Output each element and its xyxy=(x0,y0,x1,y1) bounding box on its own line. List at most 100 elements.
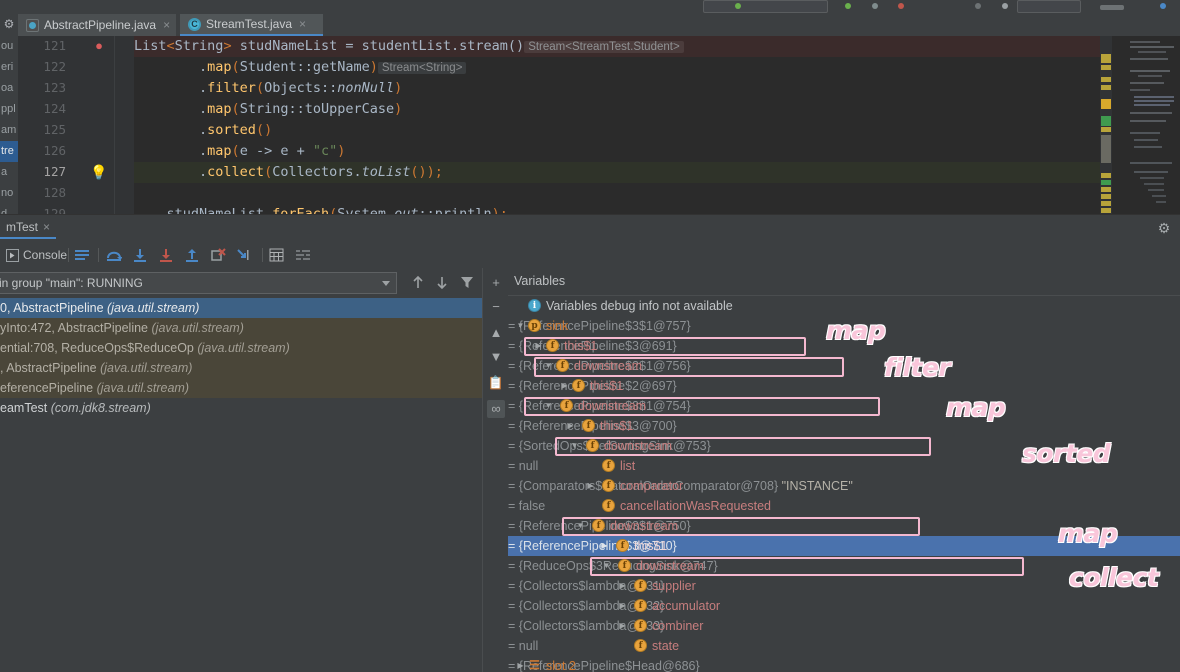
frame-row[interactable]: 0, AbstractPipeline (java.util.stream) xyxy=(0,298,482,318)
intention-bulb-icon[interactable]: 💡 xyxy=(90,164,108,181)
code-editor[interactable]: ou eri oa ppl am tre a no d 121 122 123 … xyxy=(0,36,1180,214)
project-strip-item[interactable]: am xyxy=(0,120,18,141)
gear-icon[interactable]: ⚙ xyxy=(1156,220,1172,236)
chevron-down-icon[interactable]: ▼ xyxy=(516,316,525,336)
chevron-down-icon[interactable] xyxy=(382,281,390,286)
code-line-123[interactable]: .filter(Objects::nonNull) xyxy=(134,78,402,99)
remove-icon[interactable]: − xyxy=(487,298,505,316)
chevron-down-icon[interactable]: ▼ xyxy=(570,436,579,456)
chevron-right-icon[interactable]: ▶ xyxy=(586,476,595,496)
step-into-button[interactable] xyxy=(132,245,148,265)
code-text-area[interactable]: List<String> studNameList = studentList.… xyxy=(134,36,1100,214)
editor-error-stripe[interactable] xyxy=(1100,36,1112,214)
code-line-125[interactable]: .sorted() xyxy=(134,120,272,141)
project-strip-item[interactable]: no xyxy=(0,183,18,204)
stripe-marker[interactable] xyxy=(1101,201,1111,206)
project-strip-item[interactable]: ppl xyxy=(0,99,18,120)
chevron-right-icon[interactable]: ▶ xyxy=(566,416,575,436)
chevron-down-icon[interactable]: ▼ xyxy=(544,356,553,376)
move-down-icon[interactable]: ▼ xyxy=(487,348,505,366)
run-button-icon[interactable] xyxy=(845,3,851,9)
frame-row[interactable]: , AbstractPipeline (java.util.stream) xyxy=(0,358,482,378)
chevron-right-icon[interactable]: ▶ xyxy=(516,656,525,672)
stripe-marker[interactable] xyxy=(1101,194,1111,199)
close-icon[interactable]: × xyxy=(299,17,306,31)
drop-frame-button[interactable] xyxy=(210,245,226,265)
stop-icon[interactable] xyxy=(898,3,904,9)
stripe-marker[interactable] xyxy=(1101,99,1111,109)
stripe-marker[interactable] xyxy=(1101,77,1111,82)
project-strip-item[interactable]: oa xyxy=(0,78,18,99)
add-icon[interactable]: + xyxy=(487,274,505,292)
stripe-marker[interactable] xyxy=(1101,173,1111,178)
code-line-127[interactable]: .collect(Collectors.toList()); xyxy=(134,162,443,183)
project-strip-item[interactable]: d xyxy=(0,204,18,214)
variables-row-this1-3[interactable]: ▶ f this$1 = {ReferencePipeline$2@697} xyxy=(508,376,1180,396)
settings-icon[interactable] xyxy=(1160,3,1166,9)
project-strip-item[interactable]: eri xyxy=(0,57,18,78)
variables-row-combiner[interactable]: ▶ f combiner = {Collectors$lambda@733} xyxy=(508,616,1180,636)
project-strip-item-selected[interactable]: tre xyxy=(0,141,18,162)
editor-gutter[interactable]: 121 122 123 124 125 126 127 128 129 ● 💡 xyxy=(18,36,134,214)
chevron-down-icon[interactable]: ▼ xyxy=(576,516,585,536)
frame-row[interactable]: ential:708, ReduceOps$ReduceOp (java.uti… xyxy=(0,338,482,358)
thread-selector[interactable]: in group "main": RUNNING xyxy=(0,272,397,294)
stripe-marker[interactable] xyxy=(1101,187,1111,192)
chevron-right-icon[interactable]: ▶ xyxy=(560,376,569,396)
editor-tab-streamtest[interactable]: StreamTest.java × xyxy=(180,14,323,36)
close-icon[interactable]: × xyxy=(43,220,50,234)
chevron-right-icon[interactable]: ▶ xyxy=(618,576,627,596)
chevron-right-icon[interactable]: ▶ xyxy=(618,616,627,636)
search-everywhere-icon[interactable] xyxy=(1002,3,1008,9)
stripe-marker[interactable] xyxy=(1101,180,1111,185)
stripe-marker[interactable] xyxy=(1101,85,1111,90)
console-button[interactable]: Console xyxy=(6,245,67,265)
force-step-into-button[interactable] xyxy=(158,245,174,265)
chevron-right-icon[interactable]: ▶ xyxy=(600,536,609,556)
project-settings-icon[interactable]: ⚙ xyxy=(2,17,16,31)
stripe-marker[interactable] xyxy=(1101,127,1111,132)
close-icon[interactable]: × xyxy=(163,18,170,32)
chevron-down-icon[interactable]: ▼ xyxy=(544,396,553,416)
toolbar-combo[interactable] xyxy=(1017,0,1081,13)
chevron-right-icon[interactable]: ▶ xyxy=(534,336,543,356)
variables-row-slot2[interactable]: ▶ ☰ slot 2 = {ReferencePipeline$Head@686… xyxy=(508,656,1180,672)
code-line-124[interactable]: .map(String::toUpperCase) xyxy=(134,99,402,120)
variables-row-downstream-2[interactable]: ▼ f downstream = {ReferencePipeline$2$1@… xyxy=(508,356,1180,376)
variables-tree[interactable]: i Variables debug info not available ▼ p… xyxy=(508,296,1180,672)
frame-row[interactable]: eamTest (com.jdk8.stream) xyxy=(0,398,482,418)
chevron-down-icon[interactable]: ▼ xyxy=(602,556,611,576)
stripe-marker[interactable] xyxy=(1101,208,1111,213)
stripe-marker[interactable] xyxy=(1101,116,1111,126)
run-config-selector[interactable] xyxy=(703,0,828,13)
project-tree-strip[interactable]: ou eri oa ppl am tre a no d xyxy=(0,36,18,214)
variables-row-comparator[interactable]: ▶ f comparator = {Comparators$NaturalOrd… xyxy=(508,476,1180,496)
build-icon[interactable] xyxy=(975,3,981,9)
variables-row-downstream-3[interactable]: ▼ f downstream = {ReferencePipeline$3$1@… xyxy=(508,396,1180,416)
code-line-126[interactable]: .map(e -> e + "c") xyxy=(134,141,345,162)
up-arrow-icon[interactable] xyxy=(410,275,426,291)
code-line-121[interactable]: List<String> studNameList = studentList.… xyxy=(134,36,684,57)
run-icon[interactable] xyxy=(735,3,741,9)
watches-icon[interactable]: ∞ xyxy=(487,400,505,418)
evaluate-expression-button[interactable] xyxy=(269,245,284,265)
variables-row-cancellation[interactable]: f cancellationWasRequested = false xyxy=(508,496,1180,516)
run-to-cursor-button[interactable] xyxy=(236,245,252,265)
variables-row-info[interactable]: i Variables debug info not available xyxy=(508,296,1180,316)
frames-list[interactable]: 0, AbstractPipeline (java.util.stream) y… xyxy=(0,298,482,458)
show-lines-button[interactable] xyxy=(74,245,90,265)
variables-row-state[interactable]: f state = null xyxy=(508,636,1180,656)
variables-row-accumulator[interactable]: ▶ f accumulator = {Collectors$lambda@732… xyxy=(508,596,1180,616)
frame-row[interactable]: yInto:472, AbstractPipeline (java.util.s… xyxy=(0,318,482,338)
settings-list-button[interactable] xyxy=(295,245,311,265)
stripe-marker[interactable] xyxy=(1101,65,1111,70)
frame-row[interactable]: eferencePipeline (java.util.stream) xyxy=(0,378,482,398)
filter-icon[interactable] xyxy=(459,275,475,291)
step-out-button[interactable] xyxy=(184,245,200,265)
code-line-129[interactable]: studNameList.forEach(System.out::println… xyxy=(134,204,508,214)
debug-icon[interactable] xyxy=(872,3,878,9)
down-arrow-icon[interactable] xyxy=(434,275,450,291)
code-line-122[interactable]: .map(Student::getName) Stream<String> xyxy=(134,57,467,78)
code-minimap[interactable] xyxy=(1124,36,1180,214)
move-up-icon[interactable]: ▲ xyxy=(487,324,505,342)
